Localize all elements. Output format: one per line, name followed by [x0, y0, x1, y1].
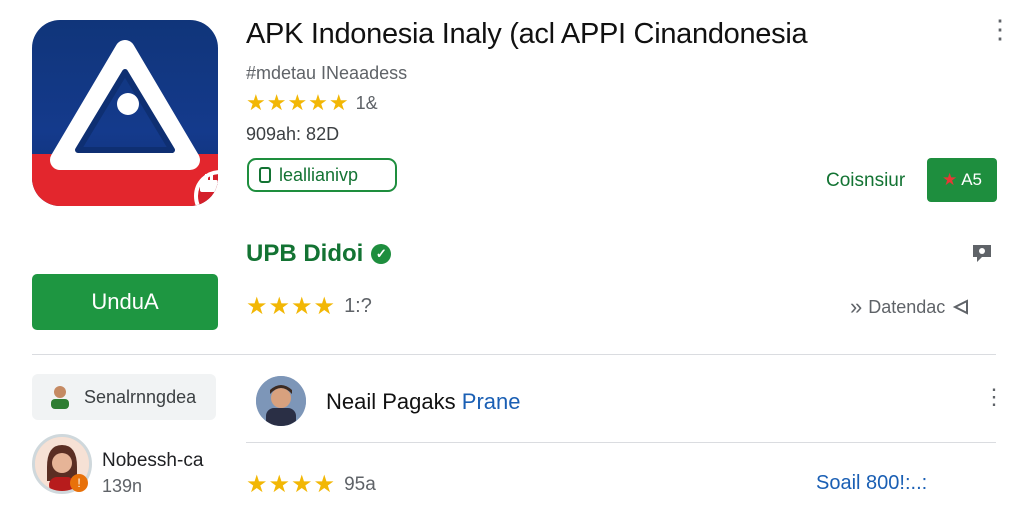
share-icon: [953, 299, 969, 315]
app-logo-icon: [32, 20, 218, 206]
consult-link[interactable]: Coisnsiur: [826, 170, 905, 192]
reviewer-name-line: Neail Pagaks Prane: [326, 389, 520, 415]
review-rating-value: 95a: [344, 473, 376, 495]
similar-chip-label: Senalrnngdea: [84, 386, 197, 407]
chevron-right-icon: »: [850, 294, 863, 319]
star-icon: ★: [941, 170, 958, 189]
install-chip-label: leallianivp: [279, 164, 359, 185]
developer-rating: ★★★★ 1:?: [246, 292, 372, 321]
reviewer-tag: Prane: [461, 389, 521, 414]
star-icon: ★★★★: [246, 471, 337, 498]
details-link-label: Datendac: [868, 296, 946, 317]
app-rating-value: 1&: [355, 92, 378, 113]
see-all-link[interactable]: Soail 800!:..:: [816, 472, 927, 495]
brand-badge-icon: [194, 170, 218, 206]
more-vert-icon[interactable]: ⋮: [987, 16, 1013, 42]
verified-icon: ✓: [371, 244, 392, 264]
avatar-icon: [51, 386, 69, 409]
star-icon: ★★★★: [246, 293, 337, 320]
details-link[interactable]: » Datendac: [850, 294, 971, 320]
second-user-name: Nobessh-ca: [102, 450, 204, 471]
reviewer-avatar[interactable]: [256, 376, 306, 426]
install-chip[interactable]: leallianivp: [247, 158, 397, 192]
section-divider: [32, 354, 996, 355]
app-subtitle: #mdetau INeaadess: [246, 63, 408, 83]
chat-icon[interactable]: [970, 242, 994, 269]
rating-button[interactable]: ★ A5: [927, 158, 997, 202]
review-rating: ★★★★ 95a: [246, 470, 376, 499]
developer-rating-value: 1:?: [344, 295, 372, 317]
app-rating: ★★★★★ 1&: [246, 90, 378, 116]
phone-icon: [259, 167, 271, 183]
download-button[interactable]: UnduA: [32, 274, 218, 330]
more-vert-icon[interactable]: ⋮: [983, 386, 1005, 408]
developer-name[interactable]: UPB Didoi ✓: [246, 240, 392, 268]
developer-name-text: UPB Didoi: [246, 240, 364, 267]
app-size: 909ah: 82D: [246, 124, 340, 144]
rating-button-label: A5: [961, 170, 983, 189]
review-divider: [246, 442, 996, 443]
star-icon: ★★★★★: [246, 90, 350, 115]
second-user-sub: 139n: [102, 476, 143, 496]
notification-badge: !: [70, 474, 88, 492]
reviewer-name: Neail Pagaks: [326, 389, 456, 414]
similar-chip[interactable]: Senalrnngdea: [32, 374, 216, 420]
page-title: APK Indonesia Inaly (acl APPI Cinandones…: [246, 18, 808, 50]
